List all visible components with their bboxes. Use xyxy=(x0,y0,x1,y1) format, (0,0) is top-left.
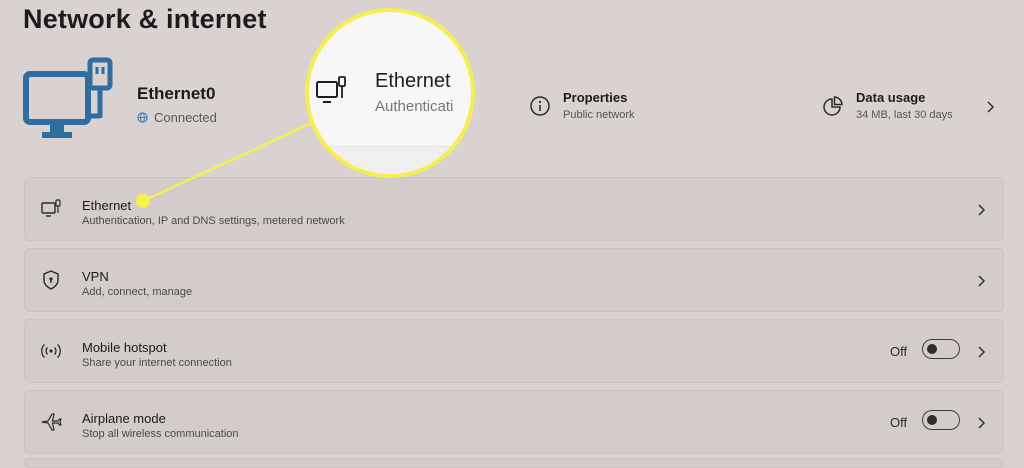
airplane-icon xyxy=(41,413,62,431)
hotspot-icon xyxy=(41,344,61,358)
ethernet-icon xyxy=(41,199,61,217)
chevron-right-icon xyxy=(978,417,986,429)
chevron-right-icon[interactable] xyxy=(985,100,995,114)
chevron-right-icon xyxy=(978,275,986,287)
properties-subtitle: Public network xyxy=(563,109,635,121)
info-icon xyxy=(530,95,550,116)
list-item-mobile-hotspot[interactable]: Mobile hotspot Share your internet conne… xyxy=(24,319,1004,383)
list-item-label: Mobile hotspot xyxy=(82,340,167,355)
list-item-label: Airplane mode xyxy=(82,411,166,426)
device-name: Ethernet0 xyxy=(137,84,216,103)
globe-icon xyxy=(137,112,148,123)
chevron-right-icon xyxy=(978,346,986,358)
pie-chart-icon xyxy=(823,95,843,116)
data-usage-link[interactable]: Data usage 34 MB, last 30 days xyxy=(822,90,953,121)
toggle-knob xyxy=(927,343,937,354)
toggle-state-label: Off xyxy=(890,415,908,430)
connection-status: Connected xyxy=(137,110,217,125)
list-item-label: VPN xyxy=(82,269,109,284)
list-item-label: Ethernet xyxy=(82,198,132,213)
list-item-description: Share your internet connection xyxy=(82,357,232,369)
list-item-description: Stop all wireless communication xyxy=(82,428,239,440)
magnifier-subtitle: Authenticati xyxy=(375,98,454,115)
list-item-vpn[interactable]: VPN Add, connect, manage xyxy=(24,248,1004,312)
list-item-description: Add, connect, manage xyxy=(82,286,193,298)
ethernet-icon xyxy=(316,76,346,103)
list-item-airplane-mode[interactable]: Airplane mode Stop all wireless communic… xyxy=(24,390,1004,454)
properties-link[interactable]: Properties Public network xyxy=(529,90,635,121)
mobile-hotspot-toggle[interactable] xyxy=(922,339,960,359)
shield-icon xyxy=(43,270,59,290)
data-usage-subtitle: 34 MB, last 30 days xyxy=(856,109,953,121)
data-usage-title: Data usage xyxy=(856,90,926,105)
connection-status-text: Connected xyxy=(154,110,217,125)
ethernet-monitor-icon xyxy=(23,57,113,138)
properties-title: Properties xyxy=(563,90,628,105)
list-item-ethernet[interactable]: Ethernet Authentication, IP and DNS sett… xyxy=(24,177,1004,241)
airplane-mode-toggle[interactable] xyxy=(922,410,960,430)
magnifier-title: Ethernet xyxy=(375,70,451,92)
chevron-right-icon xyxy=(978,204,986,216)
list-item-description: Authentication, IP and DNS settings, met… xyxy=(82,215,345,227)
toggle-knob xyxy=(927,414,937,425)
magnifier-card-band xyxy=(309,146,471,174)
page-title: Network & internet xyxy=(23,4,267,34)
magnifier-callout: Ethernet Authenticati xyxy=(305,8,475,178)
list-item-partial xyxy=(24,458,1004,468)
callout-dot xyxy=(136,194,150,208)
toggle-state-label: Off xyxy=(890,344,908,359)
